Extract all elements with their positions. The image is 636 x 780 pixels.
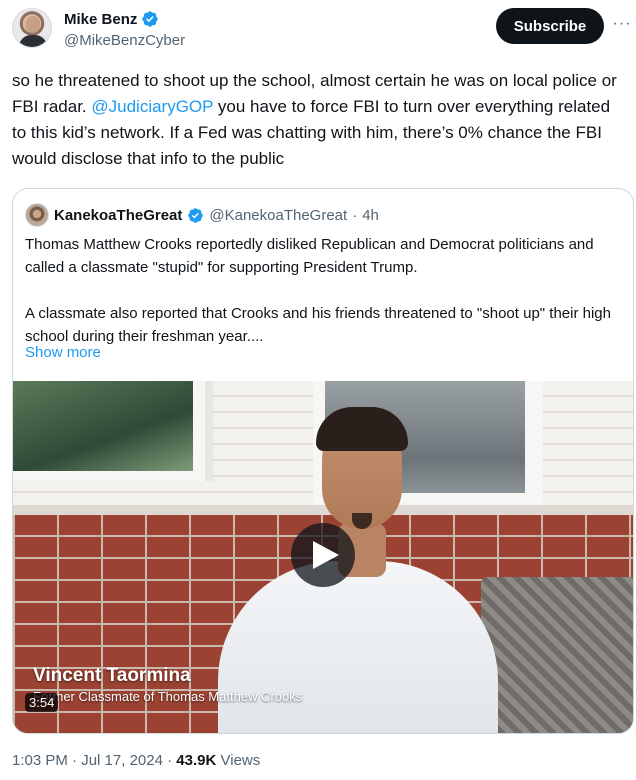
video-subject — [218, 393, 498, 733]
verified-badge-icon — [188, 207, 204, 223]
separator-dot: · — [352, 206, 358, 224]
quoted-paragraph-2: A classmate also reported that Crooks an… — [25, 305, 611, 345]
tweet-footer: 1:03 PM · Jul 17, 2024 · 43.9K Views — [12, 752, 260, 769]
views-count: 43.9K — [176, 752, 217, 769]
quoted-paragraph-1: Thomas Matthew Crooks reportedly dislike… — [25, 236, 594, 276]
quoted-author-name[interactable]: KanekoaTheGreat — [54, 207, 182, 224]
subscribe-button[interactable]: Subscribe — [496, 8, 604, 44]
quoted-tweet[interactable]: KanekoaTheGreat @KanekoaTheGreat · 4h Th… — [12, 188, 634, 734]
mention-link[interactable]: @JudiciaryGOP — [91, 97, 213, 116]
tweet-text: so he threatened to shoot up the school,… — [12, 68, 624, 172]
author-name-row: Mike Benz — [64, 10, 159, 28]
quoted-author-avatar[interactable] — [25, 203, 49, 227]
tweet-header: Mike Benz @MikeBenzCyber Subscribe ··· — [12, 8, 630, 56]
video-duration-badge: 3:54 — [25, 693, 59, 712]
separator-dot: · — [72, 752, 78, 769]
play-button[interactable] — [291, 523, 355, 587]
separator-dot: · — [167, 752, 173, 769]
video-caption-subtitle: Former Classmate of Thomas Matthew Crook… — [33, 689, 303, 704]
post-date[interactable]: Jul 17, 2024 — [81, 752, 163, 769]
views-label: Views — [220, 752, 261, 769]
show-more-link[interactable]: Show more — [25, 344, 101, 361]
author-avatar[interactable] — [12, 8, 52, 48]
author-name[interactable]: Mike Benz — [64, 11, 137, 28]
quoted-author-handle[interactable]: @KanekoaTheGreat — [209, 207, 347, 224]
quoted-tweet-header: KanekoaTheGreat @KanekoaTheGreat · 4h — [25, 203, 379, 227]
more-options-icon[interactable]: ··· — [610, 12, 634, 36]
video-player[interactable]: Vincent Taormina Former Classmate of Tho… — [13, 381, 633, 733]
play-icon — [312, 541, 339, 569]
verified-badge-icon — [142, 11, 159, 27]
post-time[interactable]: 1:03 PM — [12, 752, 68, 769]
quoted-tweet-time[interactable]: 4h — [362, 207, 379, 224]
author-handle[interactable]: @MikeBenzCyber — [64, 32, 185, 49]
quoted-tweet-text: Thomas Matthew Crooks reportedly dislike… — [25, 233, 625, 348]
video-caption-name: Vincent Taormina — [33, 665, 191, 686]
